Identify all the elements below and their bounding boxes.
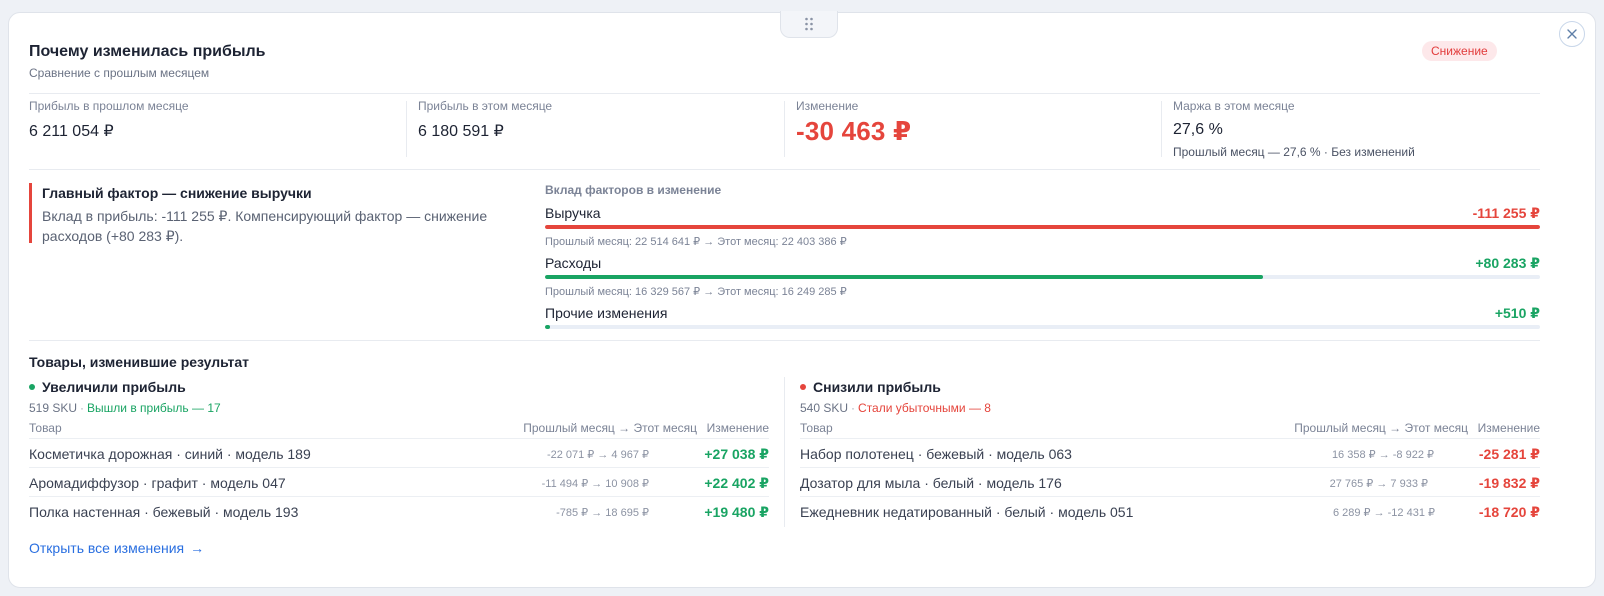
contribution-expenses: Расходы +80 283 ₽ Прошлый месяц: 16 329 … bbox=[545, 255, 1540, 299]
kpi-value: 6 211 054 ₽ bbox=[29, 123, 114, 140]
kpi-margin: Маржа в этом месяце 27,6 % Прошлый месяц… bbox=[1173, 99, 1415, 159]
divider bbox=[406, 101, 407, 157]
col-header-change: Изменение bbox=[706, 421, 769, 435]
products-section-title: Товары, изменившие результат bbox=[29, 354, 250, 370]
divider bbox=[784, 101, 785, 157]
contribution-bar-track bbox=[545, 325, 1540, 329]
col-header-change: Изменение bbox=[1477, 421, 1540, 435]
increased-column: Увеличили прибыль 519 SKU · Вышли в прибыл… bbox=[29, 379, 769, 415]
contribution-revenue: Выручка -111 255 ₽ Прошлый месяц: 22 514… bbox=[545, 205, 1540, 249]
decreased-title-text: Снизили прибыль bbox=[813, 379, 941, 395]
product-change: -19 832 ₽ bbox=[1478, 475, 1540, 491]
kpi-change: Изменение -30 463 ₽ bbox=[796, 99, 911, 147]
table-row[interactable]: Набор полотенец · бежевый · модель 063 1… bbox=[800, 438, 1540, 468]
contribution-bar-fill bbox=[545, 225, 1540, 229]
decreased-column: Снизили прибыль 540 SKU · Стали убыточными… bbox=[800, 379, 1540, 415]
divider bbox=[29, 340, 1540, 341]
sku-count: 519 SKU bbox=[29, 401, 78, 415]
kpi-label: Прибыль в прошлом месяце bbox=[29, 99, 189, 113]
main-factor-callout: Главный фактор — снижение выручки Вклад … bbox=[29, 183, 499, 244]
product-name: Полка настенная · бежевый · модель 193 bbox=[29, 504, 299, 520]
col-header-product: Товар bbox=[29, 421, 62, 435]
product-change: +27 038 ₽ bbox=[704, 446, 769, 462]
contribution-name: Расходы bbox=[545, 255, 602, 271]
contribution-bar-track bbox=[545, 275, 1540, 279]
divider bbox=[29, 169, 1540, 170]
close-button[interactable] bbox=[1559, 21, 1585, 47]
contributions-title: Вклад факторов в изменение bbox=[545, 183, 722, 197]
col-header-product: Товар bbox=[800, 421, 833, 435]
kpi-prev-profit: Прибыль в прошлом месяце 6 211 054 ₽ bbox=[29, 99, 189, 141]
arrow-right-icon: → bbox=[190, 540, 205, 556]
contribution-sub: Прошлый месяц: 16 329 567 ₽ → Этот месяц… bbox=[545, 286, 847, 298]
decreased-table: Товар Прошлый месяц → Этот месяц Изменен… bbox=[800, 421, 1540, 531]
product-change: +22 402 ₽ bbox=[704, 475, 769, 491]
product-trend: 16 358 ₽ → -8 922 ₽ bbox=[1331, 449, 1434, 461]
product-trend: -785 ₽ → 18 695 ₽ bbox=[556, 507, 649, 519]
increased-meta: 519 SKU · Вышли в прибыль — 17 bbox=[29, 401, 221, 415]
col-header-trend: Прошлый месяц → Этот месяц bbox=[1294, 421, 1468, 435]
product-trend: -22 071 ₽ → 4 967 ₽ bbox=[546, 449, 649, 461]
product-name: Косметичка дорожная · синий · модель 189 bbox=[29, 446, 311, 462]
kpi-value: -30 463 ₽ bbox=[796, 116, 912, 146]
increased-table: Товар Прошлый месяц → Этот месяц Изменен… bbox=[29, 421, 769, 531]
extra-info: Стали убыточными — 8 bbox=[858, 401, 991, 415]
drag-handle[interactable] bbox=[780, 11, 838, 38]
decreased-meta: 540 SKU · Стали убыточными — 8 bbox=[800, 401, 991, 415]
product-change: +19 480 ₽ bbox=[704, 504, 769, 520]
kpi-label: Маржа в этом месяце bbox=[1173, 99, 1295, 113]
col-header-trend: Прошлый месяц → Этот месяц bbox=[523, 421, 697, 435]
open-all-label: Открыть все изменения bbox=[29, 540, 185, 556]
contribution-bar-fill bbox=[545, 275, 1263, 279]
green-dot-icon bbox=[29, 384, 35, 390]
panel-subtitle: Сравнение с прошлым месяцем bbox=[29, 66, 210, 80]
product-change: -18 720 ₽ bbox=[1478, 504, 1540, 520]
product-name: Аромадиффузор · графит · модель 047 bbox=[29, 475, 286, 491]
divider bbox=[29, 93, 1540, 94]
kpi-value: 6 180 591 ₽ bbox=[418, 123, 504, 140]
kpi-current-profit: Прибыль в этом месяце 6 180 591 ₽ bbox=[418, 99, 552, 141]
contribution-name: Прочие изменения bbox=[545, 305, 668, 321]
divider bbox=[784, 377, 785, 527]
product-trend: 27 765 ₽ → 7 933 ₽ bbox=[1329, 478, 1428, 490]
product-name: Ежедневник недатированный · белый · моде… bbox=[800, 504, 1134, 520]
red-dot-icon bbox=[800, 384, 806, 390]
contribution-value: +80 283 ₽ bbox=[1475, 255, 1540, 271]
product-trend: -11 494 ₽ → 10 908 ₽ bbox=[541, 478, 649, 490]
contribution-bar-track bbox=[545, 225, 1540, 229]
contribution-value: -111 255 ₽ bbox=[1472, 205, 1540, 221]
kpi-label: Прибыль в этом месяце bbox=[418, 99, 553, 113]
contribution-other: Прочие изменения +510 ₽ bbox=[545, 305, 1540, 331]
main-factor-text: Вклад в прибыль: -111 255 ₽. Компенсирую… bbox=[42, 208, 488, 244]
increased-title: Увеличили прибыль bbox=[29, 379, 769, 395]
kpi-label: Изменение bbox=[796, 99, 859, 113]
product-name: Дозатор для мыла · белый · модель 176 bbox=[800, 475, 1062, 491]
contribution-name: Выручка bbox=[545, 205, 601, 221]
open-all-changes-link[interactable]: Открыть все изменения → bbox=[29, 540, 204, 556]
product-trend: 6 289 ₽ → -12 431 ₽ bbox=[1332, 507, 1435, 519]
status-badge: Снижение bbox=[1422, 41, 1497, 61]
drag-handle-icon bbox=[805, 17, 813, 31]
table-row[interactable]: Косметичка дорожная · синий · модель 189… bbox=[29, 438, 769, 468]
main-factor-title: Главный фактор — снижение выручки bbox=[42, 185, 312, 201]
product-change: -25 281 ₽ bbox=[1478, 446, 1540, 462]
close-icon bbox=[1567, 29, 1577, 39]
product-name: Набор полотенец · бежевый · модель 063 bbox=[800, 446, 1072, 462]
contribution-value: +510 ₽ bbox=[1494, 305, 1540, 321]
profit-change-panel: Почему изменилась прибыль Сравнение с пр… bbox=[8, 11, 1596, 588]
decreased-title: Снизили прибыль bbox=[800, 379, 1540, 395]
extra-info: Вышли в прибыль — 17 bbox=[87, 401, 221, 415]
divider bbox=[1161, 101, 1162, 157]
contribution-bar-fill bbox=[545, 325, 550, 329]
table-row[interactable]: Аромадиффузор · графит · модель 047 -11 … bbox=[29, 467, 769, 497]
increased-title-text: Увеличили прибыль bbox=[42, 379, 186, 395]
kpi-value: 27,6 % bbox=[1173, 121, 1223, 138]
kpi-note: Прошлый месяц — 27,6 % · Без изменений bbox=[1173, 145, 1415, 159]
panel-title: Почему изменилась прибыль bbox=[29, 43, 266, 60]
table-row[interactable]: Дозатор для мыла · белый · модель 176 27… bbox=[800, 467, 1540, 497]
table-row[interactable]: Ежедневник недатированный · белый · моде… bbox=[800, 496, 1540, 526]
table-row[interactable]: Полка настенная · бежевый · модель 193 -… bbox=[29, 496, 769, 526]
contribution-sub: Прошлый месяц: 22 514 641 ₽ → Этот месяц… bbox=[545, 236, 847, 248]
sku-count: 540 SKU bbox=[800, 401, 849, 415]
